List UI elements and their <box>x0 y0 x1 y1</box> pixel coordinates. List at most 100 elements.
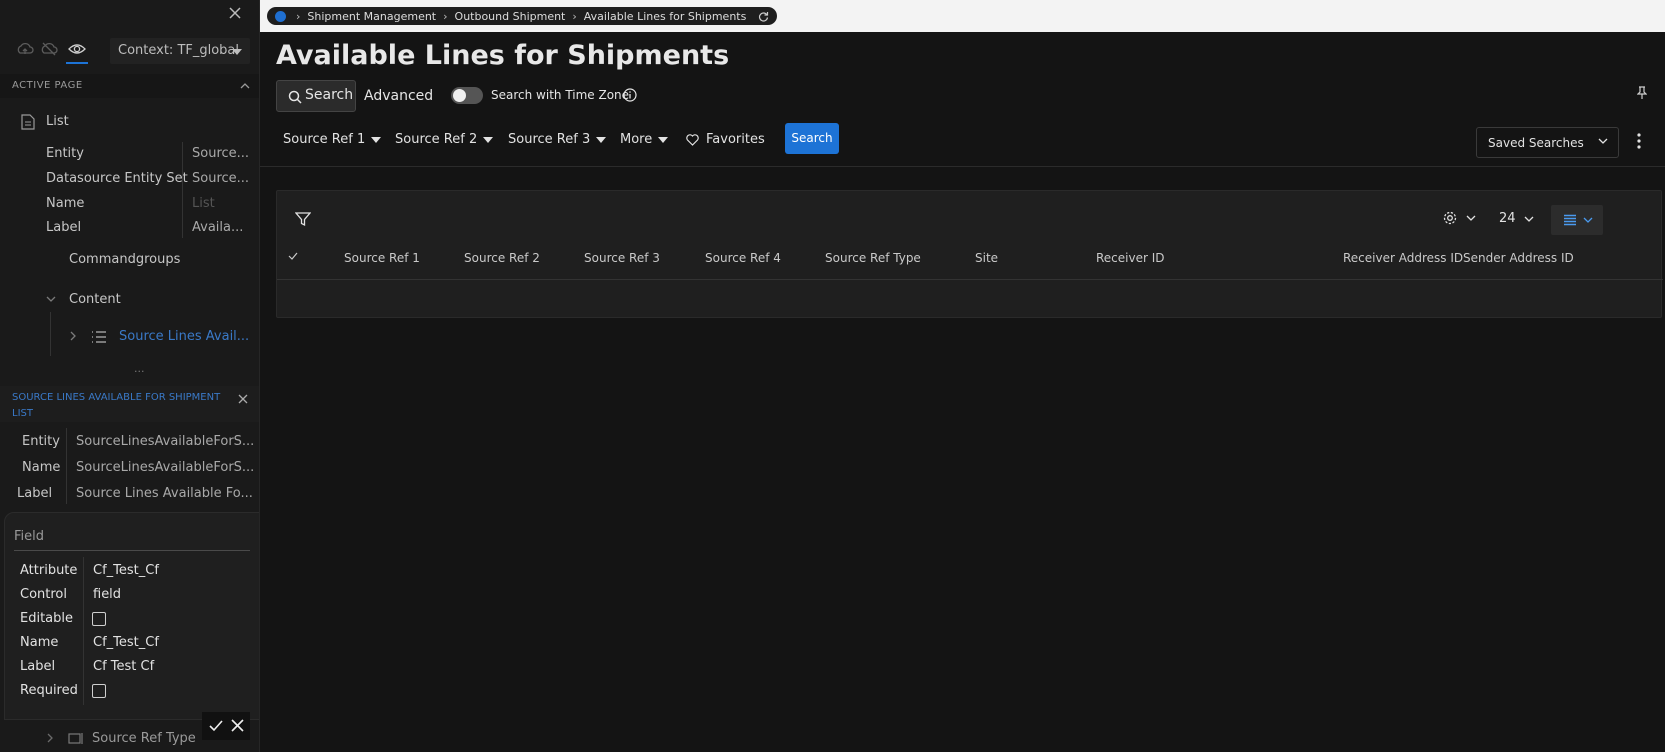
app-logo-icon[interactable] <box>275 10 286 22</box>
column-header[interactable]: Source Ref 2 <box>464 251 540 265</box>
column-header[interactable]: Source Ref Type <box>825 251 921 265</box>
column-header[interactable]: Receiver Address ID <box>1343 251 1463 265</box>
chevron-down-icon <box>1598 138 1608 144</box>
close-icon[interactable] <box>228 6 242 20</box>
grid-settings-button[interactable] <box>1442 210 1476 226</box>
breadcrumb-item[interactable]: Outbound Shipment <box>455 10 566 23</box>
active-page-title: ACTIVE PAGE <box>12 80 83 91</box>
cloud-upload-icon[interactable] <box>16 40 34 62</box>
more-ellipsis[interactable]: ... <box>134 362 145 375</box>
refresh-icon[interactable] <box>758 11 769 22</box>
close-icon[interactable] <box>231 719 244 732</box>
search-panel-button[interactable]: Search <box>276 80 356 112</box>
filter-source-ref-2[interactable]: Source Ref 2 <box>395 132 494 147</box>
search-submit-button[interactable]: Search <box>785 123 839 154</box>
prop-key-entity: Entity <box>46 146 84 161</box>
caret-down-icon <box>483 136 494 143</box>
name-key: Name <box>20 635 59 650</box>
chevron-right-icon: › <box>296 9 301 23</box>
source-lines-node[interactable]: Source Lines Avail... <box>119 329 249 344</box>
required-key: Required <box>20 683 78 698</box>
editable-checkbox[interactable] <box>92 612 106 626</box>
column-header[interactable]: Source Ref 3 <box>584 251 660 265</box>
column-header[interactable]: Source Ref 4 <box>705 251 781 265</box>
sel-value-entity[interactable]: SourceLinesAvailableForS... <box>76 434 256 449</box>
data-grid: 24 Source Ref 1 Source Ref 2 Source Ref … <box>276 190 1663 318</box>
column-header[interactable]: Sender Address ID <box>1463 251 1574 265</box>
view-mode-button[interactable] <box>1551 205 1603 235</box>
heart-icon <box>686 133 699 146</box>
name-value[interactable]: Cf_Test_Cf <box>93 635 159 650</box>
sel-key-label: Label <box>17 486 53 501</box>
context-select[interactable]: Context: TF_global <box>110 38 250 64</box>
sel-value-label[interactable]: Source Lines Available Fo... <box>76 486 256 501</box>
commandgroups-node[interactable]: Commandgroups <box>69 252 180 267</box>
close-icon[interactable] <box>238 394 248 404</box>
chevron-down-icon <box>1524 216 1534 222</box>
field-editor-popup: Field Attribute Cf_Test_Cf Control field… <box>4 512 259 720</box>
saved-searches-dropdown[interactable]: Saved Searches <box>1476 127 1619 158</box>
breadcrumb-item[interactable]: Available Lines for Shipments <box>584 10 747 23</box>
prop-value-label[interactable]: Availa... <box>192 220 252 235</box>
content-node[interactable]: Content <box>69 292 121 307</box>
column-header[interactable]: Source Ref 1 <box>344 251 420 265</box>
chevron-down-icon <box>1466 215 1476 221</box>
prop-value-datasource[interactable]: Source... <box>192 171 252 186</box>
divider <box>182 142 183 238</box>
breadcrumb-item[interactable]: Shipment Management <box>307 10 436 23</box>
active-page-header[interactable]: ACTIVE PAGE <box>0 74 259 98</box>
divider <box>260 166 1665 167</box>
filter-more[interactable]: More <box>620 132 669 147</box>
divider <box>277 279 1663 280</box>
attribute-value[interactable]: Cf_Test_Cf <box>93 563 159 578</box>
document-icon <box>21 114 35 130</box>
prop-value-name[interactable]: List <box>192 196 252 211</box>
top-strip: › Shipment Management › Outbound Shipmen… <box>260 0 1665 32</box>
filter-label: Source Ref 3 <box>508 132 591 147</box>
control-value[interactable]: field <box>93 587 121 602</box>
more-vertical-icon[interactable] <box>1637 133 1641 149</box>
filter-icon[interactable] <box>295 211 311 227</box>
chevron-right-icon: › <box>572 9 577 23</box>
filter-source-ref-1[interactable]: Source Ref 1 <box>283 132 382 147</box>
favorites-button[interactable]: Favorites <box>686 132 765 147</box>
source-ref-type-node[interactable]: Source Ref Type <box>92 731 196 746</box>
page-size-select[interactable]: 24 <box>1499 211 1534 226</box>
filter-source-ref-3[interactable]: Source Ref 3 <box>508 132 607 147</box>
chevron-right-icon: › <box>443 9 448 23</box>
column-header[interactable]: Site <box>975 251 998 265</box>
tree-guide <box>50 312 51 356</box>
prop-key-name: Name <box>46 196 85 211</box>
caret-down-icon <box>658 136 669 143</box>
sel-value-name[interactable]: SourceLinesAvailableForS... <box>76 460 256 475</box>
check-icon[interactable] <box>209 720 223 732</box>
list-node-label[interactable]: List <box>46 114 69 129</box>
info-icon[interactable] <box>623 88 637 102</box>
required-checkbox[interactable] <box>92 684 106 698</box>
gear-icon <box>1443 211 1457 225</box>
list-icon <box>91 330 107 344</box>
popup-action-bar <box>202 712 250 740</box>
select-all-check-icon[interactable] <box>288 252 298 260</box>
cloud-off-icon[interactable] <box>40 40 58 62</box>
column-header[interactable]: Receiver ID <box>1096 251 1165 265</box>
list-view-icon <box>1564 214 1576 226</box>
advanced-link[interactable]: Advanced <box>364 88 433 104</box>
filter-label: Source Ref 2 <box>395 132 478 147</box>
field-icon <box>68 733 83 744</box>
prop-key-datasource: Datasource Entity Set <box>46 171 188 186</box>
prop-value-entity[interactable]: Source... <box>192 146 252 161</box>
timezone-toggle[interactable] <box>451 87 483 104</box>
chevron-right-icon[interactable] <box>47 733 53 743</box>
control-key: Control <box>20 587 67 602</box>
chevron-right-icon[interactable] <box>70 331 76 341</box>
page-size-value: 24 <box>1499 211 1516 226</box>
selection-title: SOURCE LINES AVAILABLE FOR SHIPMENT LIST <box>12 392 221 419</box>
label-value[interactable]: Cf Test Cf <box>93 659 154 674</box>
selection-header: SOURCE LINES AVAILABLE FOR SHIPMENT LIST <box>0 386 259 422</box>
field-popup-title: Field <box>14 529 45 544</box>
chevron-down-icon[interactable] <box>46 296 56 302</box>
eye-icon[interactable] <box>66 40 88 64</box>
chevron-up-icon[interactable] <box>240 83 250 89</box>
pin-icon[interactable] <box>1637 86 1647 100</box>
